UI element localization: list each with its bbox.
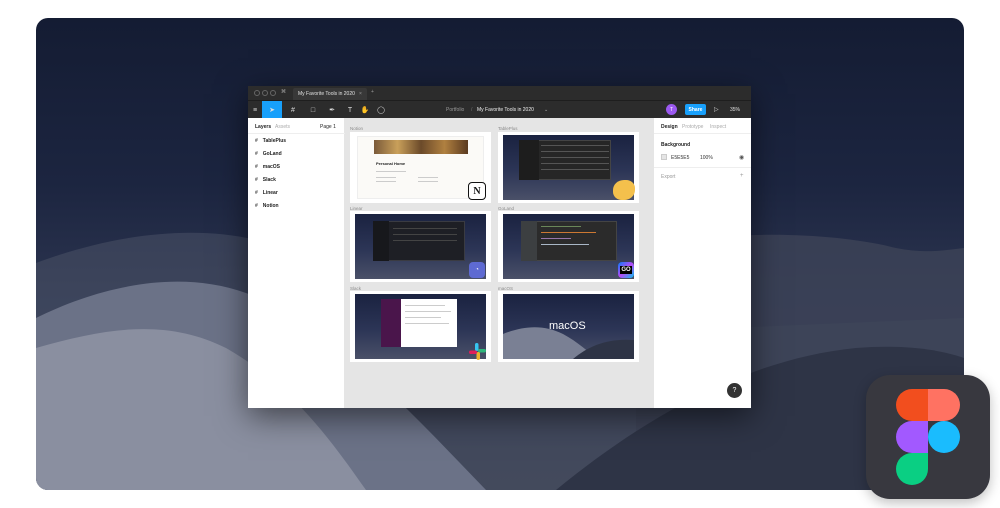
frame-label[interactable]: Notion: [350, 126, 363, 131]
macos-label: macOS: [549, 320, 586, 332]
text-tool-icon[interactable]: T: [343, 101, 357, 119]
linear-screenshot: [355, 214, 486, 279]
frame-icon: #: [255, 203, 258, 209]
figma-home-icon[interactable]: ⌘: [281, 89, 286, 95]
menu-icon[interactable]: ≡: [248, 101, 262, 119]
figma-window: ⌘ My Favorite Tools in 2020 × + ≡ ➤ # □ …: [248, 86, 751, 408]
tab-assets[interactable]: Assets: [275, 124, 290, 130]
macos-screenshot: macOS: [503, 294, 634, 359]
layer-item[interactable]: # TablePlus: [255, 136, 286, 146]
help-button[interactable]: ?: [727, 383, 742, 398]
layer-item[interactable]: # macOS: [255, 162, 280, 172]
frame-icon: #: [255, 138, 258, 144]
frame-icon: #: [255, 164, 258, 170]
avatar[interactable]: T: [666, 104, 677, 115]
screen: ⌘ My Favorite Tools in 2020 × + ≡ ➤ # □ …: [0, 0, 1000, 508]
page-selector[interactable]: Page 1: [320, 124, 336, 130]
tab-close-icon[interactable]: ×: [359, 91, 362, 97]
tableplus-elephant-icon: [613, 180, 635, 200]
chevron-down-icon[interactable]: ⌄: [544, 107, 548, 113]
file-tab[interactable]: My Favorite Tools in 2020 ×: [293, 88, 367, 100]
play-icon[interactable]: ▷: [714, 106, 719, 113]
zoom-level[interactable]: 35%: [730, 107, 740, 113]
background-swatch[interactable]: [661, 154, 667, 160]
background-heading: Background: [661, 142, 691, 148]
title-bar: ⌘ My Favorite Tools in 2020 × +: [248, 86, 751, 100]
background-opacity[interactable]: 100%: [700, 155, 713, 161]
file-name[interactable]: My Favorite Tools in 2020: [477, 107, 534, 113]
properties-panel: Design Prototype Inspect Background E5E5…: [653, 118, 751, 408]
frame-goland[interactable]: GO: [498, 211, 639, 282]
goland-screenshot: [503, 214, 634, 279]
figma-logo-icon: [866, 375, 990, 499]
layer-item[interactable]: # Slack: [255, 175, 276, 185]
minimize-window-button[interactable]: [262, 90, 268, 96]
frame-tool-icon[interactable]: #: [286, 101, 300, 119]
layer-item[interactable]: # GoLand: [255, 149, 282, 159]
frame-notion[interactable]: Personal Home N: [350, 132, 491, 203]
layer-item[interactable]: # Linear: [255, 188, 278, 198]
goland-logo-icon: GO: [618, 262, 634, 278]
slack-screenshot: [355, 294, 486, 359]
canvas[interactable]: Notion Personal Home N TablePlus Linear …: [345, 118, 653, 408]
move-tool-icon[interactable]: ➤: [262, 101, 282, 119]
export-heading: Export: [661, 174, 676, 180]
maximize-window-button[interactable]: [270, 90, 276, 96]
tab-design[interactable]: Design: [661, 124, 678, 130]
close-window-button[interactable]: [254, 90, 260, 96]
layer-item[interactable]: # Notion: [255, 201, 279, 211]
frame-macos[interactable]: macOS: [498, 291, 639, 362]
breadcrumb-separator: /: [471, 107, 473, 113]
frame-slack[interactable]: [350, 291, 491, 362]
frame-icon: #: [255, 190, 258, 196]
frame-tableplus[interactable]: [498, 132, 639, 203]
frame-label[interactable]: TablePlus: [498, 126, 518, 131]
file-tab-title: My Favorite Tools in 2020: [298, 91, 355, 97]
new-tab-icon[interactable]: +: [371, 89, 374, 95]
toolbar: ≡ ➤ # □ ✒ T ✋ ◯ Portfolio / My Favorite …: [248, 100, 751, 119]
linear-logo-icon: ◔: [469, 262, 485, 278]
hand-tool-icon[interactable]: ✋: [358, 101, 372, 119]
pen-tool-icon[interactable]: ✒: [325, 101, 339, 119]
frame-linear[interactable]: ◔: [350, 211, 491, 282]
notion-page-title: Personal Home: [376, 161, 406, 166]
frame-icon: #: [255, 151, 258, 157]
frame-icon: #: [255, 177, 258, 183]
notion-logo-icon: N: [468, 182, 486, 200]
slack-logo-icon: [469, 343, 486, 360]
share-button[interactable]: Share: [685, 104, 706, 115]
breadcrumb-parent[interactable]: Portfolio: [446, 107, 464, 113]
tab-layers[interactable]: Layers: [255, 124, 271, 130]
add-export-icon[interactable]: +: [740, 173, 744, 179]
layers-panel: Layers Assets Page 1 # TablePlus # GoLand …: [248, 118, 345, 408]
tab-inspect[interactable]: Inspect: [710, 124, 726, 130]
comment-tool-icon[interactable]: ◯: [374, 101, 388, 119]
notion-screenshot: Personal Home: [357, 136, 484, 199]
shape-tool-icon[interactable]: □: [306, 101, 320, 119]
eye-icon[interactable]: ◉: [739, 154, 744, 161]
tab-prototype[interactable]: Prototype: [682, 124, 703, 130]
background-hex[interactable]: E5E5E5: [671, 155, 689, 161]
